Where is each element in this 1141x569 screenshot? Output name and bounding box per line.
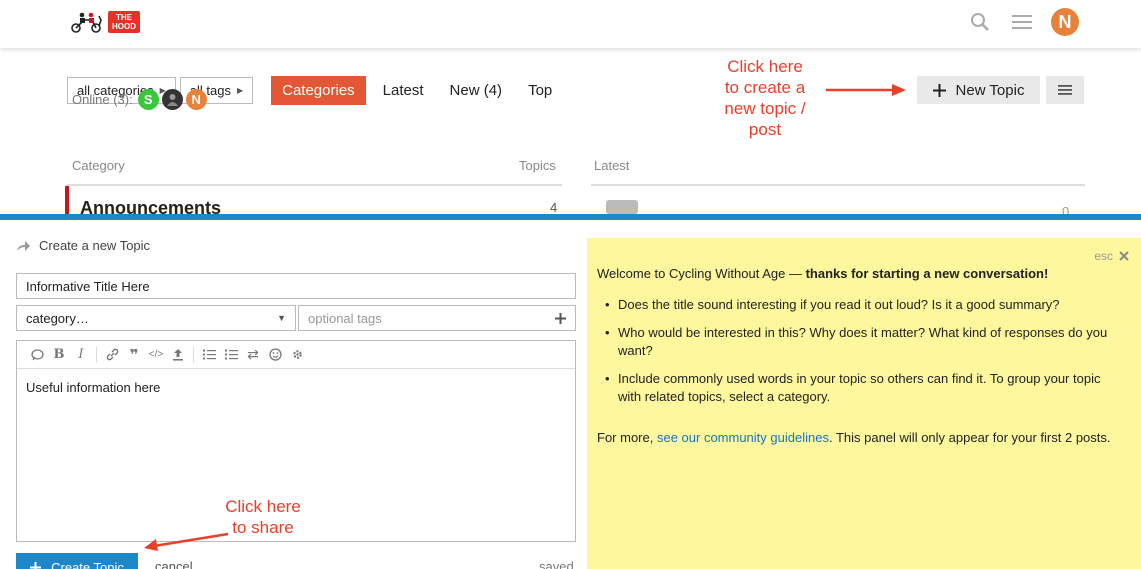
- logo-badge: THE HOOD: [108, 11, 140, 33]
- help-footer-text: For more,: [597, 430, 657, 445]
- tab-new[interactable]: New (4): [439, 76, 514, 105]
- annotation-line: to create a: [724, 78, 806, 97]
- blockquote-icon[interactable]: ❞: [123, 346, 145, 364]
- tags-placeholder: optional tags: [308, 310, 382, 326]
- new-topic-help-panel: esc Welcome to Cycling Without Age — tha…: [587, 238, 1141, 569]
- plus-icon: [932, 83, 946, 97]
- esc-label: esc: [1094, 249, 1113, 263]
- annotation-arrow-icon: [826, 84, 906, 96]
- numbered-list-icon[interactable]: [220, 349, 242, 360]
- column-header-category: Category: [72, 158, 125, 173]
- topic-title-input[interactable]: Informative Title Here: [16, 273, 576, 299]
- category-select[interactable]: category… ▼: [16, 305, 296, 331]
- gear-icon[interactable]: [286, 348, 308, 361]
- create-topic-button[interactable]: Create Topic: [16, 553, 138, 569]
- create-topic-label: Create Topic: [51, 559, 124, 569]
- upload-icon[interactable]: [167, 348, 189, 361]
- share-arrow-icon: [17, 240, 30, 251]
- annotation-line: post: [748, 120, 782, 139]
- logo-text-top: THE: [116, 13, 132, 22]
- online-label: Online (3):: [72, 92, 133, 107]
- user-avatar[interactable]: N: [1051, 8, 1079, 36]
- toggle-direction-icon[interactable]: ⇄: [242, 346, 264, 363]
- draft-status: saved: [539, 559, 574, 569]
- category-color-bar: [65, 186, 69, 216]
- help-footer: For more, see our community guidelines. …: [597, 428, 1127, 447]
- composer-resize-grip[interactable]: [565, 220, 587, 224]
- online-users-row: Online (3): S N: [72, 89, 207, 110]
- site-header: THE HOOD N: [0, 0, 1141, 48]
- quote-bubble-icon[interactable]: [26, 348, 48, 361]
- bold-icon[interactable]: B: [48, 347, 70, 362]
- close-icon: [1119, 251, 1129, 261]
- hamburger-menu-icon[interactable]: [1009, 9, 1035, 35]
- plus-icon[interactable]: [555, 312, 566, 324]
- help-tip: Does the title sound interesting if you …: [605, 296, 1125, 314]
- category-select-value: category…: [26, 310, 89, 326]
- guidelines-link[interactable]: see our community guidelines: [657, 430, 829, 445]
- italic-icon[interactable]: I: [70, 347, 92, 362]
- help-tip: Include commonly used words in your topi…: [605, 370, 1125, 406]
- new-topic-label: New Topic: [955, 81, 1025, 99]
- site-logo[interactable]: THE HOOD: [70, 10, 140, 34]
- help-tip: Who would be interested in this? Why doe…: [605, 324, 1125, 360]
- hamburger-icon: [1058, 85, 1072, 95]
- close-help-button[interactable]: esc: [1094, 249, 1129, 263]
- editor-textarea[interactable]: Useful information here: [17, 369, 575, 406]
- column-header-latest: Latest: [594, 158, 630, 173]
- cancel-link[interactable]: cancel: [155, 559, 193, 569]
- latest-topic-avatar: [606, 200, 638, 214]
- topic-list-menu-button[interactable]: [1046, 76, 1084, 104]
- annotation-line: Click here: [225, 497, 301, 516]
- toolbar-divider: [96, 346, 97, 363]
- emoji-icon[interactable]: [264, 348, 286, 361]
- online-user-avatar[interactable]: N: [185, 89, 207, 110]
- category-topic-count: 4: [550, 200, 558, 215]
- annotation-line: new topic /: [724, 99, 806, 118]
- bullet-list-icon[interactable]: [198, 349, 220, 360]
- annotation-new-topic: Click here to create a new topic / post: [700, 56, 830, 140]
- online-user-avatar[interactable]: [161, 89, 183, 110]
- composer-title: Create a new Topic: [39, 238, 151, 253]
- column-header-topics[interactable]: Topics: [519, 158, 556, 173]
- toolbar-divider: [193, 346, 194, 363]
- caret-down-icon: ▼: [277, 313, 286, 323]
- logo-text-bottom: HOOD: [112, 22, 136, 31]
- annotation-line: Click here: [727, 57, 803, 76]
- caret-right-icon: ▶: [236, 86, 244, 95]
- new-topic-button[interactable]: New Topic: [917, 76, 1040, 104]
- online-user-avatar[interactable]: S: [137, 89, 159, 110]
- topic-title-value: Informative Title Here: [26, 278, 150, 294]
- photo-avatar-icon: [166, 94, 178, 106]
- help-intro-text: Welcome to Cycling Without Age —: [597, 266, 806, 281]
- help-intro: Welcome to Cycling Without Age — thanks …: [597, 265, 1117, 283]
- tab-categories[interactable]: Categories: [271, 76, 366, 105]
- help-intro-bold: thanks for starting a new conversation!: [805, 266, 1049, 281]
- annotation-arrow-icon: [144, 532, 229, 551]
- trishaw-logo-icon: [71, 12, 102, 33]
- search-icon[interactable]: [967, 9, 993, 35]
- editor-toolbar: B I ❞ </> ⇄: [17, 341, 575, 369]
- composer-header: Create a new Topic: [16, 238, 150, 253]
- help-footer-text: . This panel will only appear for your f…: [828, 430, 1111, 445]
- divider: [591, 184, 1085, 186]
- tags-input[interactable]: optional tags: [298, 305, 576, 331]
- plus-icon: [30, 561, 42, 569]
- divider: [66, 184, 562, 186]
- composer-panel: Create a new Topic Informative Title Her…: [0, 214, 1141, 569]
- help-tips: Does the title sound interesting if you …: [605, 296, 1125, 416]
- tab-top[interactable]: Top: [517, 76, 563, 105]
- tab-latest[interactable]: Latest: [372, 76, 435, 105]
- link-icon[interactable]: [101, 348, 123, 361]
- code-icon[interactable]: </>: [145, 349, 167, 360]
